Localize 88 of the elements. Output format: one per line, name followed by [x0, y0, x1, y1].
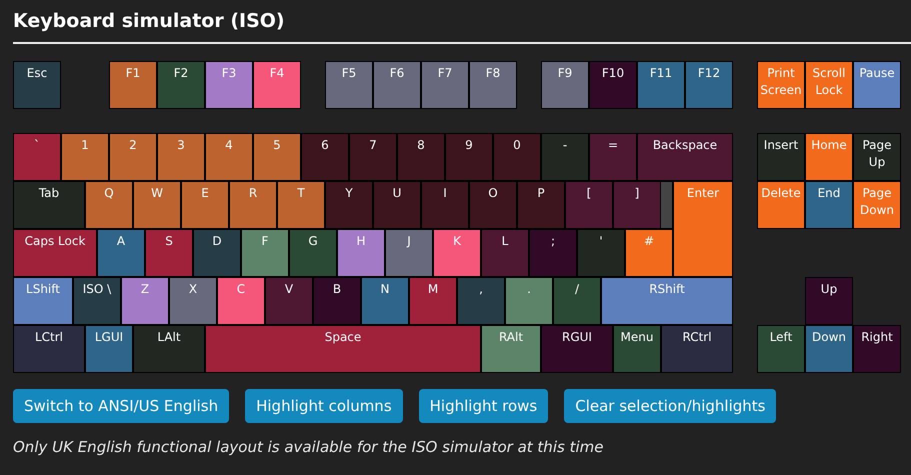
keyboard-key[interactable]: Caps Lock	[13, 229, 97, 277]
keyboard-key[interactable]: F8	[469, 61, 517, 109]
keyboard-key[interactable]: P	[517, 181, 565, 229]
keyboard-key[interactable]: C	[217, 277, 265, 325]
keyboard-key[interactable]: RShift	[601, 277, 733, 325]
keyboard-key[interactable]: ,	[457, 277, 505, 325]
keyboard-key[interactable]: -	[541, 133, 589, 181]
keyboard-key[interactable]: F1	[109, 61, 157, 109]
keyboard-key[interactable]: V	[265, 277, 313, 325]
keyboard-key[interactable]: R	[229, 181, 277, 229]
keyboard-key[interactable]: .	[505, 277, 553, 325]
keyboard-key[interactable]: F9	[541, 61, 589, 109]
keyboard-key[interactable]: F7	[421, 61, 469, 109]
keyboard-key[interactable]: Up	[805, 277, 853, 325]
keyboard-key[interactable]: RCtrl	[661, 325, 733, 373]
keyboard-key[interactable]: F10	[589, 61, 637, 109]
keyboard-key[interactable]: T	[277, 181, 325, 229]
keyboard-key[interactable]: F5	[325, 61, 373, 109]
keyboard-key[interactable]: /	[553, 277, 601, 325]
keyboard-key[interactable]: 0	[493, 133, 541, 181]
keyboard-key[interactable]: L	[481, 229, 529, 277]
keyboard-key[interactable]: 8	[397, 133, 445, 181]
keyboard-key[interactable]: 6	[301, 133, 349, 181]
keyboard-key[interactable]: U	[373, 181, 421, 229]
keyboard-key[interactable]: Z	[121, 277, 169, 325]
keyboard-key[interactable]: 4	[205, 133, 253, 181]
keyboard-key[interactable]: LGUI	[85, 325, 133, 373]
keyboard-key[interactable]: 7	[349, 133, 397, 181]
keyboard-key[interactable]: 1	[61, 133, 109, 181]
keyboard-key[interactable]: H	[337, 229, 385, 277]
keyboard-key[interactable]: LAlt	[133, 325, 205, 373]
keyboard-key[interactable]: Space	[205, 325, 481, 373]
keyboard-key[interactable]: F6	[373, 61, 421, 109]
keyboard-key[interactable]: ]	[613, 181, 661, 229]
keyboard-key[interactable]: I	[421, 181, 469, 229]
keyboard-key[interactable]: D	[193, 229, 241, 277]
keyboard-key[interactable]: Backspace	[637, 133, 733, 181]
keyboard-key[interactable]: S	[145, 229, 193, 277]
keyboard-key[interactable]: A	[97, 229, 145, 277]
key-gap-filler	[661, 181, 673, 229]
keyboard-key[interactable]: Left	[757, 325, 805, 373]
keyboard-key[interactable]: X	[169, 277, 217, 325]
keyboard-key[interactable]: End	[805, 181, 853, 229]
keyboard-key[interactable]: Tab	[13, 181, 85, 229]
keyboard-key[interactable]: J	[385, 229, 433, 277]
keyboard-key[interactable]: 2	[109, 133, 157, 181]
keyboard-key[interactable]: RAlt	[481, 325, 541, 373]
keyboard-key[interactable]: `	[13, 133, 61, 181]
keyboard-key[interactable]: Y	[325, 181, 373, 229]
keyboard-key[interactable]: Pause	[853, 61, 901, 109]
action-button[interactable]: Clear selection/highlights	[564, 389, 776, 423]
keyboard-key[interactable]: Right	[853, 325, 901, 373]
keyboard-key[interactable]: Esc	[13, 61, 61, 109]
keyboard-key[interactable]: F2	[157, 61, 205, 109]
page-title: Keyboard simulator (ISO)	[13, 10, 911, 44]
keyboard-key[interactable]: W	[133, 181, 181, 229]
keyboard-key[interactable]: F3	[205, 61, 253, 109]
keyboard-key[interactable]: M	[409, 277, 457, 325]
keyboard-key[interactable]: LCtrl	[13, 325, 85, 373]
keyboard-key[interactable]: Menu	[613, 325, 661, 373]
action-button[interactable]: Highlight columns	[245, 389, 403, 423]
keyboard-key[interactable]: F11	[637, 61, 685, 109]
keyboard-key[interactable]: 5	[253, 133, 301, 181]
keyboard-key[interactable]: N	[361, 277, 409, 325]
keyboard-key[interactable]: Q	[85, 181, 133, 229]
keyboard-key[interactable]: O	[469, 181, 517, 229]
keyboard-key[interactable]: 3	[157, 133, 205, 181]
keyboard-key[interactable]: =	[589, 133, 637, 181]
keyboard-key[interactable]: Down	[805, 325, 853, 373]
keyboard-key[interactable]: F4	[253, 61, 301, 109]
keyboard-key[interactable]: Page Up	[853, 133, 901, 181]
keyboard-key[interactable]: LShift	[13, 277, 73, 325]
keyboard-key[interactable]: [	[565, 181, 613, 229]
keyboard-key[interactable]: B	[313, 277, 361, 325]
keyboard-key[interactable]: G	[289, 229, 337, 277]
keyboard-key[interactable]: RGUI	[541, 325, 613, 373]
keyboard-key[interactable]: F12	[685, 61, 733, 109]
keyboard-key[interactable]: ISO \	[73, 277, 121, 325]
keyboard-key[interactable]: 9	[445, 133, 493, 181]
keyboard-key[interactable]: E	[181, 181, 229, 229]
layout-note: Only UK English functional layout is available for the ISO simulator at this time	[13, 438, 604, 456]
keyboard-key[interactable]: ;	[529, 229, 577, 277]
keyboard-key[interactable]: K	[433, 229, 481, 277]
action-button[interactable]: Highlight rows	[418, 389, 548, 423]
keyboard-key[interactable]: '	[577, 229, 625, 277]
action-button[interactable]: Switch to ANSI/US English	[13, 389, 230, 423]
keyboard-key[interactable]: F	[241, 229, 289, 277]
keyboard-key[interactable]: Insert	[757, 133, 805, 181]
